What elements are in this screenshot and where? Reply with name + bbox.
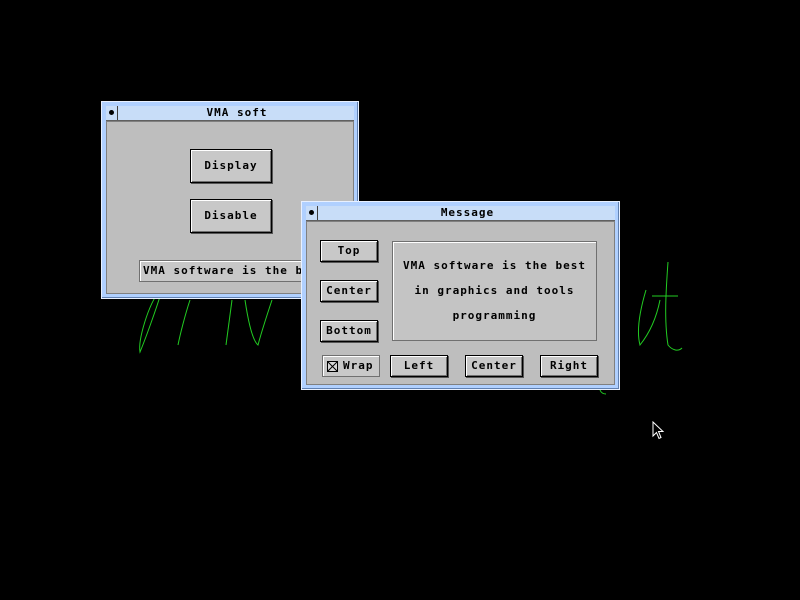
- mouse-pointer-icon: [652, 421, 665, 440]
- bottom-button[interactable]: Bottom: [320, 320, 378, 342]
- vma-soft-titlebar[interactable]: VMA soft: [106, 106, 354, 121]
- system-menu-button[interactable]: [306, 206, 318, 220]
- system-menu-icon: [109, 110, 114, 115]
- disable-button[interactable]: Disable: [190, 199, 272, 233]
- wrap-checkbox-group[interactable]: Wrap: [322, 355, 380, 377]
- message-display: VMA software is the best in graphics and…: [392, 241, 597, 341]
- window-title: Message: [440, 206, 495, 219]
- message-line: VMA software is the best: [403, 259, 586, 272]
- top-button[interactable]: Top: [320, 240, 378, 262]
- wrap-checkbox[interactable]: [327, 361, 338, 372]
- wrap-label: Wrap: [343, 359, 374, 372]
- message-titlebar[interactable]: Message: [306, 206, 615, 221]
- center-align-button[interactable]: Center: [465, 355, 523, 377]
- window-title: VMA soft: [206, 106, 268, 119]
- message-line: programming: [452, 309, 537, 322]
- system-menu-icon: [309, 210, 314, 215]
- right-button[interactable]: Right: [540, 355, 598, 377]
- display-button[interactable]: Display: [190, 149, 272, 183]
- checkmark-x-icon: [328, 362, 337, 371]
- message-client-area: Top Center Bottom VMA software is the be…: [306, 221, 615, 385]
- system-menu-button[interactable]: [106, 106, 118, 120]
- left-button[interactable]: Left: [390, 355, 448, 377]
- message-window: Message Top Center Bottom VMA software i…: [301, 201, 620, 390]
- message-line: in graphics and tools: [414, 284, 575, 297]
- center-button[interactable]: Center: [320, 280, 378, 302]
